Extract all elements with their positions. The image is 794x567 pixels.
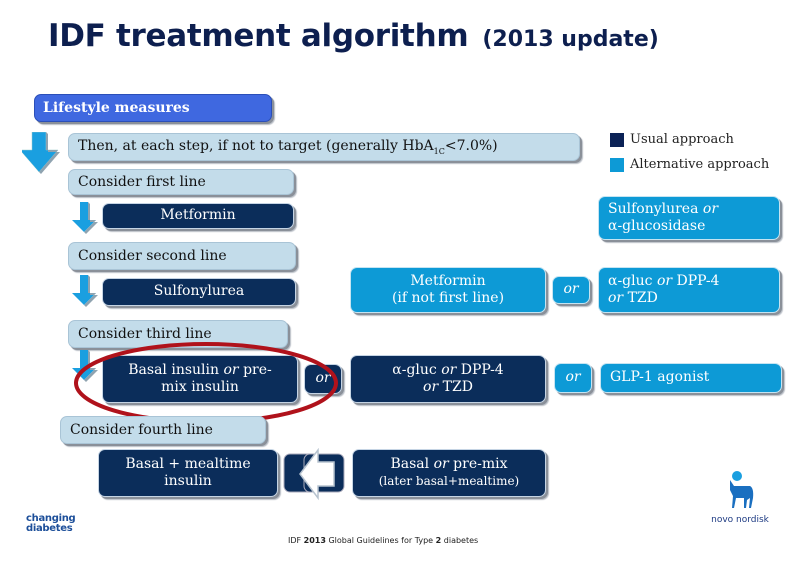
down-arrow-icon — [72, 275, 98, 307]
fourth-line-basal-mealtime: Basal + mealtime insulin — [98, 449, 278, 497]
fourth-line-heading: Consider fourth line — [60, 416, 266, 444]
down-arrow-icon — [72, 202, 98, 234]
highlight-ellipse — [74, 342, 338, 424]
page-title: IDF treatment algorithm (2013 update) — [48, 18, 659, 54]
title-main: IDF treatment algorithm — [48, 18, 469, 54]
legend-swatch-alternative — [610, 157, 624, 172]
second-line-or: or — [552, 276, 590, 304]
second-line-heading: Consider second line — [68, 242, 296, 270]
second-line-alternative-2: α-gluc or DPP-4 or TZD — [598, 267, 780, 313]
novo-nordisk-logo: novo nordisk — [700, 470, 780, 525]
footer-citation: IDF 2013 Global Guidelines for Type 2 di… — [288, 536, 479, 545]
bull-icon — [730, 471, 754, 508]
third-line-agluc-dpp4-tzd: α-gluc or DPP-4 or TZD — [350, 355, 546, 403]
target-step-text: Then, at each step, if not to target (ge… — [78, 138, 498, 156]
legend-swatch-usual — [610, 132, 624, 147]
legend-alternative: Alternative approach — [610, 157, 769, 172]
target-step-box: Then, at each step, if not to target (ge… — [68, 133, 580, 161]
second-line-sulfonylurea: Sulfonylurea — [102, 278, 296, 306]
changing-diabetes-logo: changing diabetes — [26, 513, 76, 534]
legend-usual: Usual approach — [610, 132, 734, 147]
down-arrow-icon — [22, 132, 60, 174]
third-line-or-2: or — [554, 363, 592, 393]
title-sub: (2013 update) — [482, 27, 659, 52]
lifestyle-measures-box: Lifestyle measures — [34, 94, 272, 122]
left-arrow-icon — [283, 448, 345, 501]
first-line-heading: Consider first line — [68, 169, 294, 195]
lifestyle-label: Lifestyle measures — [43, 100, 190, 116]
first-line-alternative: Sulfonylurea or α-glucosidase — [598, 196, 780, 240]
first-line-metformin: Metformin — [102, 203, 294, 229]
second-line-metformin-alt: Metformin (if not first line) — [350, 267, 546, 313]
fourth-line-basal-premix: Basal or pre-mix (later basal+mealtime) — [352, 449, 546, 497]
third-line-glp1: GLP-1 agonist — [600, 363, 782, 393]
